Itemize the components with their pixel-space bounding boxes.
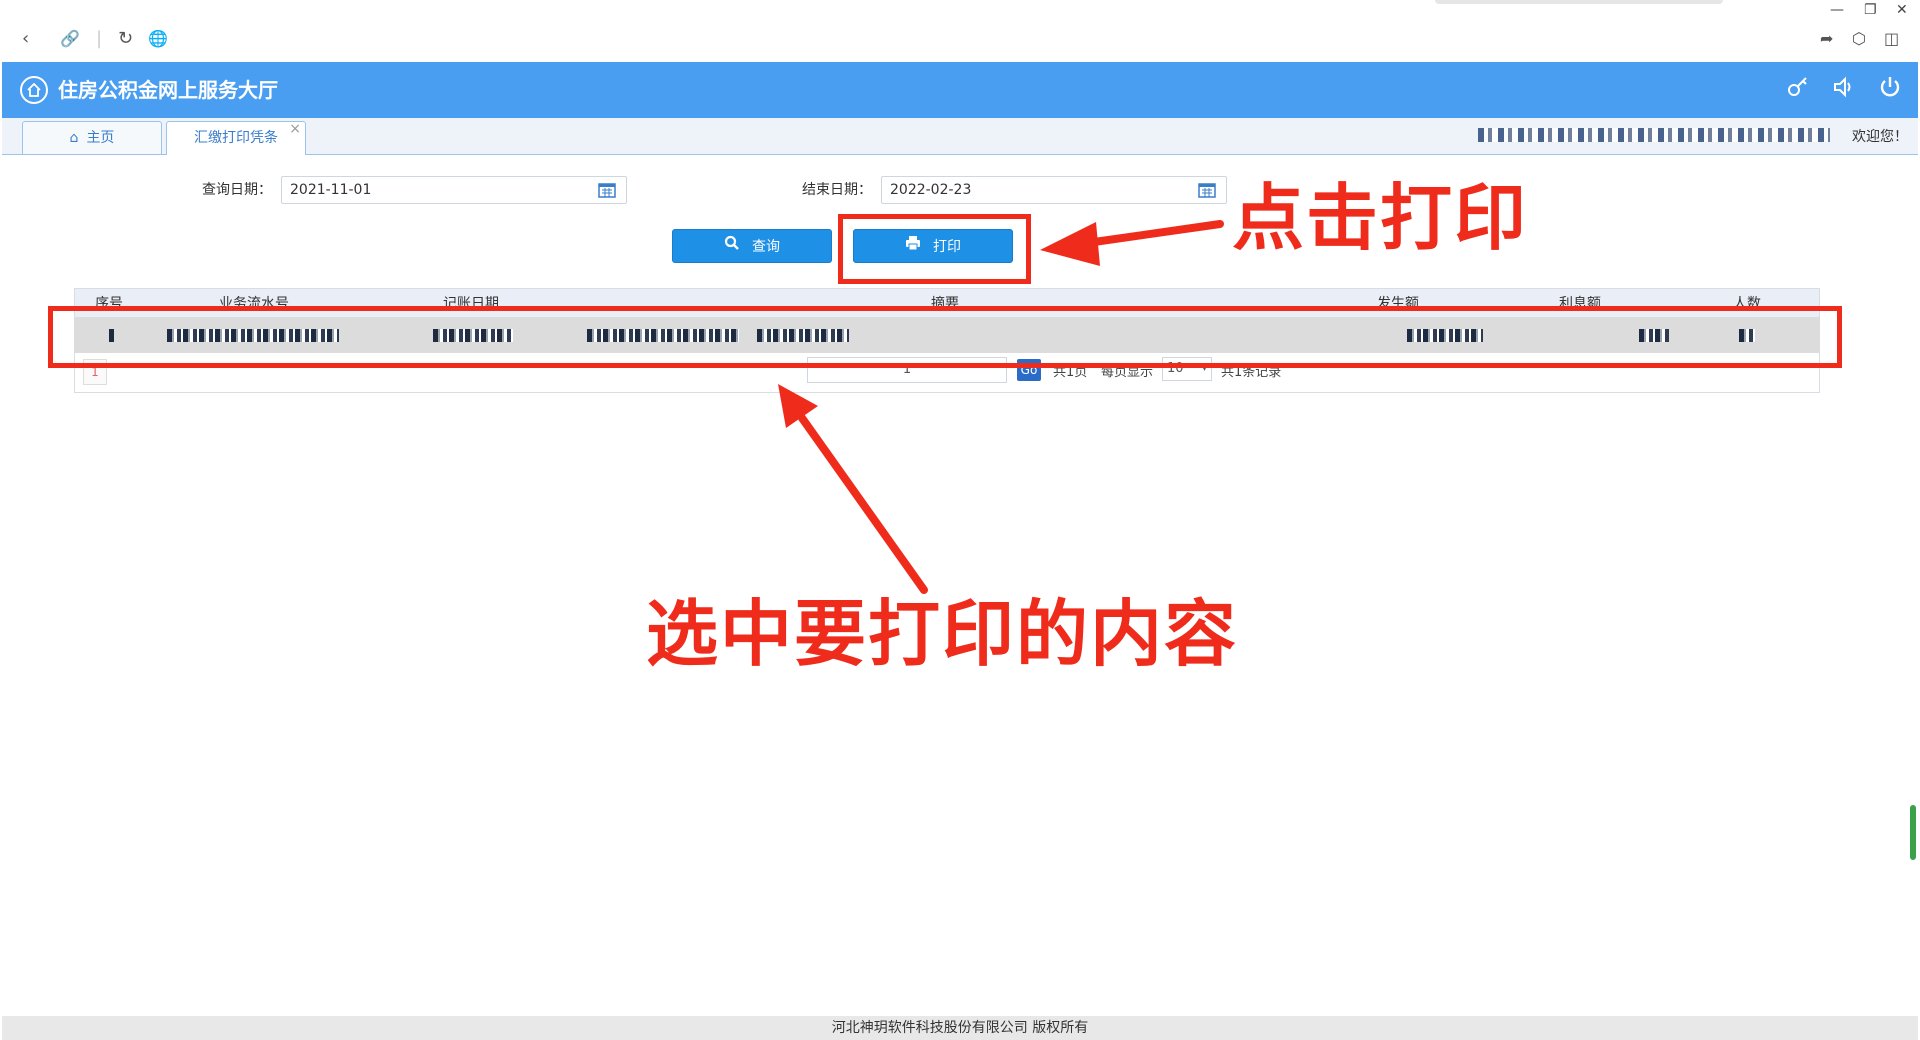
footer-copyright: 河北神玥软件科技股份有限公司 版权所有 — [2, 1016, 1918, 1040]
arrow-to-row — [778, 384, 928, 594]
arrow-to-print — [1040, 220, 1224, 266]
scrollbar-thumb[interactable] — [1910, 805, 1916, 860]
annotation-click-print: 点击打印 — [1232, 176, 1529, 260]
annotation-select-content: 选中要打印的内容 — [646, 592, 1239, 676]
annotation-arrows — [778, 220, 1224, 594]
